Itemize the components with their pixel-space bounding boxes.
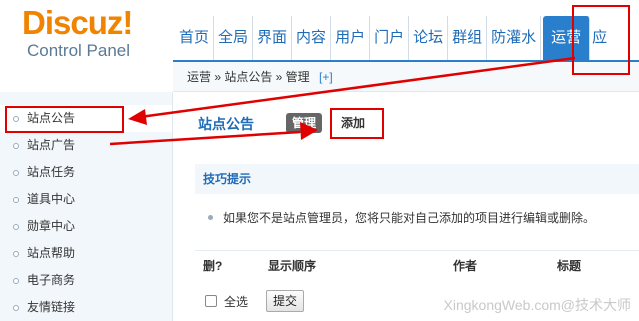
annotation-arrows	[109, 56, 576, 146]
arrow-head-to-sidebar	[128, 109, 147, 125]
arrow-head-to-tab	[300, 122, 318, 140]
arrow-line-to-tab	[109, 130, 301, 146]
arrow-line-to-sidebar	[139, 56, 576, 119]
